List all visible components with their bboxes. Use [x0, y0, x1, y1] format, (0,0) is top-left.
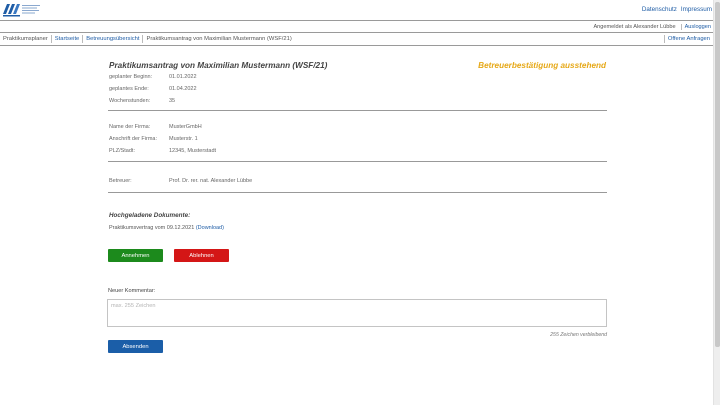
field-value: 01.01.2022 [169, 74, 197, 80]
nav-current-page: Praktikumsantrag von Maximilian Musterma… [146, 36, 292, 42]
page-title: Praktikumsantrag von Maximilian Musterma… [109, 61, 328, 70]
vertical-scrollbar[interactable] [713, 0, 720, 405]
header-divider [0, 20, 713, 21]
field-label: Wochenstunden: [109, 98, 151, 104]
field-value: 12345, Musterstadt [169, 148, 217, 154]
submit-comment-button[interactable]: Absenden [108, 340, 163, 353]
field-row-company-city: PLZ/Stadt: 12345, Musterstadt [108, 144, 607, 156]
field-value: 35 [169, 98, 176, 104]
field-label: Betreuer: [109, 178, 132, 184]
field-row-start: geplanter Beginn: 01.01.2022 [108, 70, 607, 82]
accept-button[interactable]: Annehmen [108, 249, 163, 262]
field-label: PLZ/Stadt: [109, 148, 135, 154]
breadcrumb-nav: Praktikumsplaner Startseite Betreuungsüb… [0, 34, 713, 44]
logo-icon [3, 4, 40, 17]
section-divider [108, 192, 607, 193]
reject-button[interactable]: Ablehnen [174, 249, 229, 262]
field-value: 01.04.2022 [169, 86, 197, 92]
field-label: Anschrift der Firma: [109, 136, 157, 142]
field-row-supervisor: Betreuer: Prof. Dr. rer. nat. Alexander … [108, 174, 607, 186]
nav-item-startseite[interactable]: Startseite [52, 35, 84, 43]
document-name: Praktikumsvertrag vom 09.12.2021 [109, 225, 195, 231]
field-row-end: geplantes Ende: 01.04.2022 [108, 82, 607, 94]
nav-item-betreuungsuebersicht[interactable]: Betreuungsübersicht [83, 35, 144, 43]
user-bar: Angemeldet als Alexander Lübbe Ausloggen [593, 24, 711, 30]
document-item: Praktikumsvertrag vom 09.12.2021 (Downlo… [109, 225, 607, 231]
scrollbar-thumb[interactable] [715, 2, 720, 347]
documents-heading: Hochgeladene Dokumente: [109, 212, 191, 219]
field-label: geplanter Beginn: [109, 74, 153, 80]
logout-link[interactable]: Ausloggen [680, 24, 711, 30]
field-value: Musterstr. 1 [169, 136, 198, 142]
imprint-link[interactable]: Impressum [681, 6, 712, 13]
section-divider [108, 161, 607, 162]
field-value: MusterGmbH [169, 124, 202, 130]
field-label: geplantes Ende: [109, 86, 149, 92]
field-row-company-address: Anschrift der Firma: Musterstr. 1 [108, 132, 607, 144]
characters-remaining: 255 Zeichen verbleibend [550, 332, 607, 338]
field-row-company-name: Name der Firma: MusterGmbH [108, 120, 607, 132]
download-link[interactable]: (Download) [196, 225, 224, 231]
field-label: Name der Firma: [109, 124, 151, 130]
open-requests-link[interactable]: Offene Anfragen [663, 35, 713, 43]
app-name: Praktikumsplaner [0, 35, 52, 43]
field-row-hours: Wochenstunden: 35 [108, 94, 607, 106]
top-links: Datenschutz Impressum [642, 6, 712, 13]
university-logo[interactable] [3, 2, 43, 18]
logged-in-text: Angemeldet als Alexander Lübbe [593, 24, 676, 30]
section-divider [108, 110, 607, 111]
nav-bottom-divider [0, 45, 713, 46]
nav-top-divider [0, 32, 713, 33]
privacy-link[interactable]: Datenschutz [642, 6, 677, 13]
comment-input[interactable] [107, 299, 607, 327]
status-badge: Betreuerbestätigung ausstehend [478, 61, 606, 70]
application-panel: Praktikumsantrag von Maximilian Musterma… [108, 58, 607, 231]
field-value: Prof. Dr. rer. nat. Alexander Lübbe [169, 178, 253, 184]
comment-label: Neuer Kommentar: [108, 288, 156, 294]
